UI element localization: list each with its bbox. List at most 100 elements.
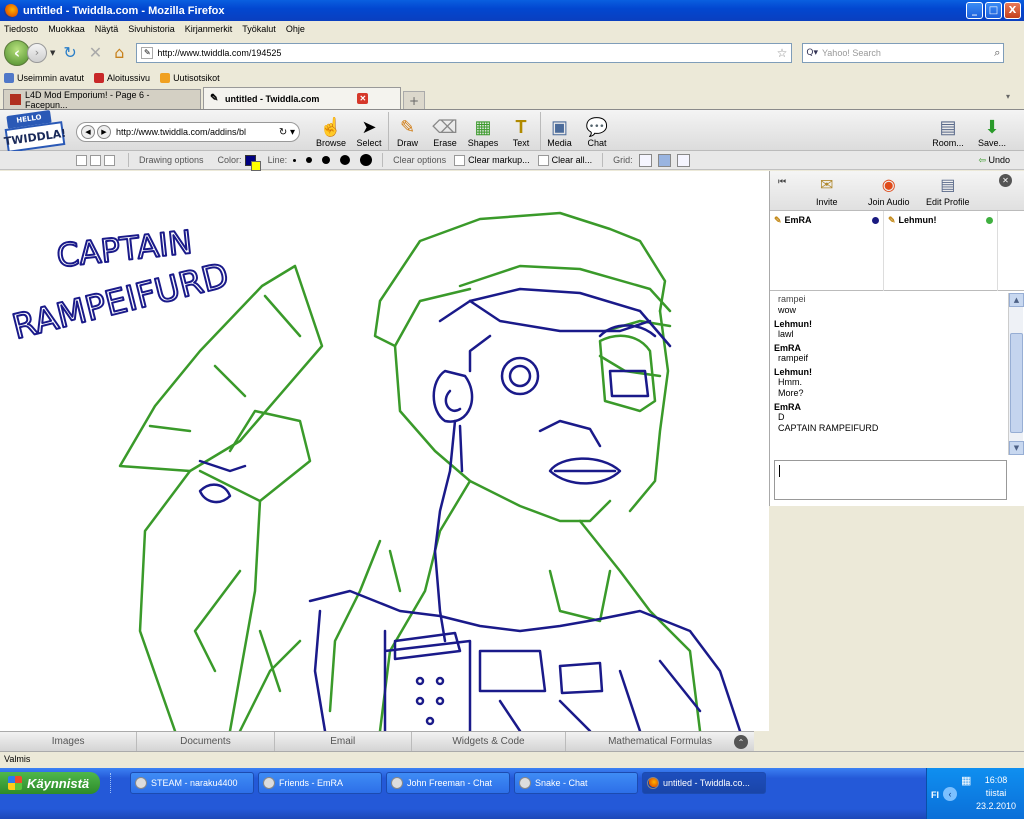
search-input[interactable]: Yahoo! Search	[822, 48, 994, 58]
collapse-panel-icon[interactable]: ⌃	[734, 735, 748, 749]
edit-profile-button[interactable]: ▤ Edit Profile	[926, 175, 970, 207]
invite-button[interactable]: ✉ Invite	[816, 175, 838, 207]
clock[interactable]: 16:08 tiistai 23.2.2010	[971, 774, 1021, 813]
address-bar[interactable]: ✎ http://www.twiddla.com/194525 ☆	[136, 42, 793, 63]
color-swatch[interactable]	[244, 154, 261, 171]
scroll-down-icon[interactable]: ▼	[1009, 441, 1024, 455]
chat-scrollbar[interactable]: ▲ ▼	[1008, 293, 1024, 455]
firefox-icon	[4, 3, 18, 18]
undo-button[interactable]: ⇦ Undo	[978, 155, 1010, 166]
start-button[interactable]: Käynnistä	[0, 772, 100, 794]
inner-browser-url[interactable]: ◀ ▶ http://www.twiddla.com/addins/bl ↻ ▾	[76, 122, 300, 142]
copy-icon[interactable]	[90, 154, 101, 166]
inner-url-text[interactable]: http://www.twiddla.com/addins/bl	[116, 127, 279, 137]
scroll-up-icon[interactable]: ▲	[1009, 293, 1024, 307]
tool-label: Shapes	[467, 138, 499, 148]
home-icon[interactable]: ⌂	[114, 43, 124, 62]
bookmark-label: Uutisotsikot	[173, 72, 220, 83]
task-snake-chat[interactable]: Snake - Chat	[514, 772, 638, 794]
tool-select[interactable]: ➤ Select	[350, 112, 388, 150]
reload-icon[interactable]: ↻	[63, 43, 76, 62]
scroll-thumb[interactable]	[1010, 333, 1023, 433]
tab-documents[interactable]: Documents	[137, 732, 275, 751]
search-box[interactable]: Q▾ Yahoo! Search ⌕	[802, 42, 1005, 63]
menu-edit[interactable]: Muokkaa	[48, 24, 85, 34]
join-audio-button[interactable]: ◉ Join Audio	[868, 175, 910, 207]
search-engine-icon[interactable]: Q▾	[806, 48, 818, 58]
line-size-5[interactable]	[360, 154, 373, 166]
task-john-freeman-chat[interactable]: John Freeman - Chat	[386, 772, 510, 794]
tool-chat[interactable]: 💬 Chat	[578, 112, 616, 150]
grid-small-button[interactable]	[657, 153, 671, 167]
task-friends[interactable]: Friends - EmRA	[258, 772, 382, 794]
tab-math-formulas[interactable]: Mathematical Formulas	[566, 732, 754, 751]
inner-forward-icon[interactable]: ▶	[97, 125, 111, 139]
menu-file[interactable]: Tiedosto	[4, 24, 38, 34]
clear-markup-button[interactable]: Clear markup...	[468, 155, 530, 165]
minimize-button[interactable]: _	[966, 2, 983, 19]
audio-icon: ◉	[881, 177, 896, 194]
windows-taskbar: Käynnistä STEAM - naraku4400 Friends - E…	[0, 768, 1024, 819]
line-size-2[interactable]	[306, 157, 313, 163]
paste-icon[interactable]	[104, 154, 115, 166]
save-button[interactable]: ⬇ Save...	[970, 112, 1014, 150]
inner-reload-icon[interactable]: ↻ ▾	[279, 127, 295, 138]
tab-images[interactable]: Images	[0, 732, 138, 751]
pin-panel-icon[interactable]: ⏮	[778, 177, 786, 187]
tool-erase[interactable]: ⌫ Erase	[426, 112, 464, 150]
menu-view[interactable]: Näytä	[95, 24, 119, 34]
tab-email[interactable]: Email	[275, 732, 412, 751]
chat-bubble-icon: 💬	[585, 117, 609, 137]
site-favicon-icon	[10, 94, 21, 105]
tool-text[interactable]: T Text	[502, 112, 540, 150]
bookmark-start-page[interactable]: Aloitussivu	[94, 72, 150, 83]
whiteboard-canvas[interactable]: CAPTAIN RAMPEIFURD	[0, 171, 769, 731]
tab-facepunch[interactable]: L4D Mod Emporium! - Page 6 - Facepun...	[3, 89, 201, 110]
maximize-button[interactable]: □	[985, 2, 1002, 19]
clear-all-button[interactable]: Clear all...	[552, 155, 593, 165]
bookmark-most-visited[interactable]: Useimmin avatut	[4, 72, 84, 83]
clock-time: 16:08	[984, 775, 1008, 785]
inner-back-icon[interactable]: ◀	[81, 125, 95, 139]
menu-bookmarks[interactable]: Kirjanmerkit	[185, 24, 233, 34]
grid-large-button[interactable]	[676, 153, 690, 167]
grid-none-button[interactable]	[638, 153, 652, 167]
tab-twiddla[interactable]: ✎ untitled - Twiddla.com ✕	[203, 87, 401, 109]
tool-browse[interactable]: ☝ Browse	[312, 112, 350, 150]
tab-list-icon[interactable]: ▾	[1006, 92, 1020, 106]
task-steam[interactable]: STEAM - naraku4400	[130, 772, 254, 794]
network-icon[interactable]: ▦	[961, 774, 971, 787]
line-size-4[interactable]	[340, 155, 351, 165]
tool-shapes[interactable]: ▦ Shapes	[464, 112, 502, 150]
tool-label: Select	[356, 138, 382, 148]
line-size-1[interactable]	[293, 158, 297, 162]
menu-help[interactable]: Ohje	[286, 24, 305, 34]
user-lehmun[interactable]: ✎ Lehmun!	[884, 211, 998, 291]
show-hidden-icons-icon[interactable]: ‹	[943, 787, 957, 801]
history-dropdown-icon[interactable]: ▼	[50, 49, 55, 57]
color-label: Color:	[217, 155, 242, 165]
bookmark-star-icon[interactable]: ☆	[777, 46, 788, 60]
menu-tools[interactable]: Työkalut	[242, 24, 276, 34]
room-button[interactable]: ▤ Room...	[926, 112, 970, 150]
bookmark-headlines[interactable]: Uutisotsikot	[160, 72, 220, 83]
stop-icon[interactable]: ✕	[89, 43, 102, 62]
chat-input[interactable]	[774, 460, 1007, 500]
menu-history[interactable]: Sivuhistoria	[128, 24, 175, 34]
language-indicator[interactable]: FI	[931, 790, 939, 800]
forward-button[interactable]: ›	[27, 42, 47, 63]
tab-widgets-code[interactable]: Widgets & Code	[412, 732, 567, 751]
line-size-3[interactable]	[322, 156, 331, 164]
task-firefox-twiddla[interactable]: untitled - Twiddla.co...	[642, 772, 766, 794]
tool-label: Draw	[396, 138, 418, 148]
user-emra[interactable]: ✎ EmRA	[770, 211, 884, 291]
tool-media[interactable]: ▣ Media	[540, 112, 578, 150]
site-identity-icon[interactable]: ✎	[141, 46, 154, 59]
cut-icon[interactable]	[76, 154, 87, 166]
close-panel-icon[interactable]: ✕	[999, 174, 1012, 187]
new-tab-button[interactable]: +	[403, 91, 425, 109]
close-tab-icon[interactable]: ✕	[357, 93, 369, 104]
close-button[interactable]: X	[1004, 2, 1021, 19]
tool-draw[interactable]: ✎ Draw	[388, 112, 426, 150]
search-icon[interactable]: ⌕	[994, 46, 1000, 60]
